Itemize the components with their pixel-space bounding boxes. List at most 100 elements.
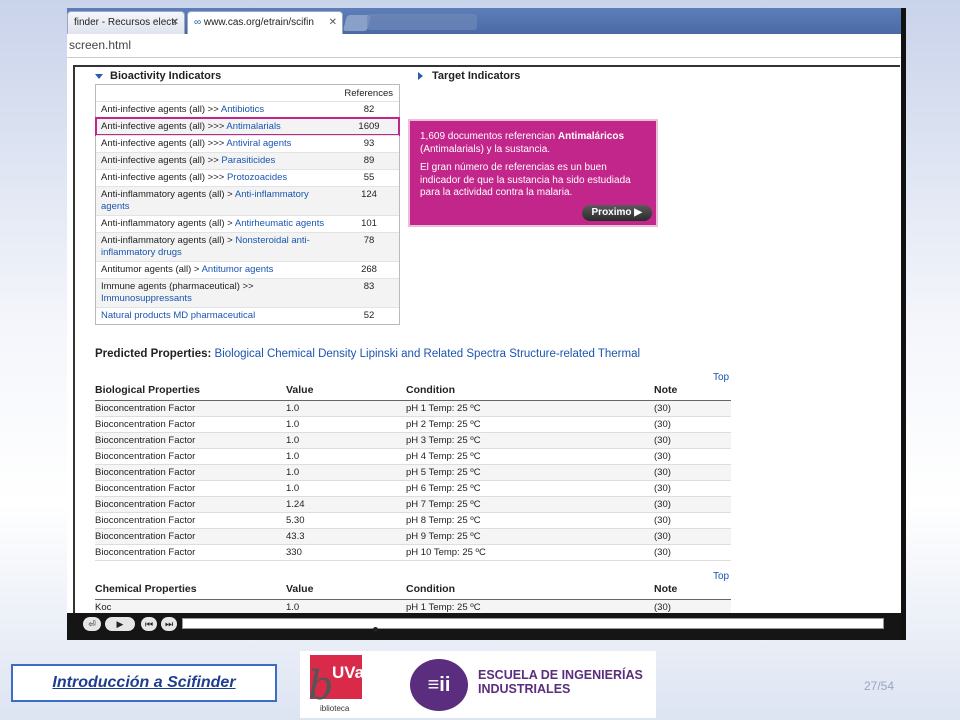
table-row: Anti-infective agents (all) >> Antibioti… bbox=[96, 101, 399, 118]
table-cell: 1.24 bbox=[286, 499, 305, 510]
predicted-properties: Predicted Properties: Biological Chemica… bbox=[95, 348, 641, 360]
row-link[interactable]: Antiviral agents bbox=[226, 138, 291, 149]
tab-blurred[interactable] bbox=[367, 14, 477, 30]
row-link[interactable]: Antitumor agents bbox=[202, 264, 274, 275]
progress-track[interactable] bbox=[182, 618, 884, 629]
table-cell: Koc bbox=[95, 602, 112, 613]
table-cell: 1.0 bbox=[286, 602, 300, 613]
video-player-bar: ⏎ ▶ ⏮ ⏭ bbox=[67, 613, 901, 640]
table-cell: pH 6 Temp: 25 ºC bbox=[406, 483, 481, 494]
table-row: Immune agents (pharmaceutical) >> Immuno… bbox=[96, 278, 399, 307]
page-content: Bioactivity Indicators Target Indicators… bbox=[73, 65, 900, 613]
table-header: Chemical Properties Value Condition Note bbox=[95, 578, 731, 600]
table-row: Bioconcentration Factor 1.0 pH 4 Temp: 25 … bbox=[95, 449, 731, 465]
row-category: Anti-infective agents (all) >> bbox=[101, 155, 222, 166]
table-cell: Bioconcentration Factor bbox=[95, 467, 196, 478]
table-cell: 1.0 bbox=[286, 467, 300, 478]
previous-button[interactable]: ⏮ bbox=[141, 617, 157, 631]
table-row: Bioconcentration Factor 1.0 pH 3 Temp: 25 … bbox=[95, 433, 731, 449]
row-link[interactable]: Natural products MD pharmaceutical bbox=[101, 310, 255, 321]
table-cell: Bioconcentration Factor bbox=[95, 435, 196, 446]
table-row: Koc 1.0 pH 1 Temp: 25 ºC (30) bbox=[95, 600, 731, 613]
table-cell: (30) bbox=[654, 435, 671, 446]
table-row: Antitumor agents (all) > Antitumor agent… bbox=[96, 261, 399, 278]
row-references: 101 bbox=[361, 218, 377, 229]
table-cell: Bioconcentration Factor bbox=[95, 451, 196, 462]
exit-button[interactable]: ⏎ bbox=[83, 617, 101, 631]
row-category: Anti-inflammatory agents (all) > bbox=[101, 218, 235, 229]
table-row: Bioconcentration Factor 5.30 pH 8 Temp: 25… bbox=[95, 513, 731, 529]
table-cell: pH 2 Temp: 25 ºC bbox=[406, 419, 481, 430]
table-cell: 1.0 bbox=[286, 403, 300, 414]
globe-icon: ∞ bbox=[194, 17, 204, 28]
table-row: Anti-infective agents (all) >>> Protozoa… bbox=[96, 169, 399, 186]
row-references: 268 bbox=[361, 264, 377, 275]
table-cell: Bioconcentration Factor bbox=[95, 515, 196, 526]
eii-logo-text: ESCUELA DE INGENIERÍAS INDUSTRIALES bbox=[478, 668, 643, 696]
row-link[interactable]: Protozoacides bbox=[227, 172, 287, 183]
row-references: 124 bbox=[361, 189, 377, 200]
table-header: Biological Properties Value Condition Note bbox=[95, 379, 731, 401]
next-button[interactable]: Proximo ▶ bbox=[581, 204, 652, 221]
table-cell: 1.0 bbox=[286, 419, 300, 430]
table-cell: 1.0 bbox=[286, 483, 300, 494]
table-row: Bioconcentration Factor 330 pH 10 Temp: 25… bbox=[95, 545, 731, 561]
tab-label: www.cas.org/etrain/scifin bbox=[203, 17, 314, 28]
bioactivity-heading[interactable]: Bioactivity Indicators bbox=[95, 70, 221, 82]
next-slide-button[interactable]: ⏭ bbox=[161, 617, 177, 631]
table-row: Natural products MD pharmaceutical 52 bbox=[96, 307, 399, 324]
table-cell: (30) bbox=[654, 467, 671, 478]
row-references: 78 bbox=[363, 235, 375, 246]
row-link[interactable]: Parasiticides bbox=[221, 155, 275, 166]
table-cell: Bioconcentration Factor bbox=[95, 531, 196, 542]
table-row: Bioconcentration Factor 1.0 pH 6 Temp: 25 … bbox=[95, 481, 731, 497]
table-row: Bioconcentration Factor 1.0 pH 2 Temp: 25 … bbox=[95, 417, 731, 433]
row-references: 83 bbox=[363, 281, 375, 292]
table-cell: (30) bbox=[654, 515, 671, 526]
table-row: Bioconcentration Factor 43.3 pH 9 Temp: 25… bbox=[95, 529, 731, 545]
table-row: Anti-infective agents (all) >>> Antimala… bbox=[95, 117, 400, 136]
chemical-properties-table: Chemical Properties Value Condition Note Ko… bbox=[95, 578, 731, 613]
tutorial-callout: 1,609 documentos referencian Antimaláric… bbox=[408, 119, 658, 227]
progress-handle[interactable] bbox=[373, 627, 378, 632]
logos-banner: UVa b iblioteca ≡ii ESCUELA DE INGENIERÍ… bbox=[300, 651, 656, 718]
table-row: Anti-infective agents (all) >>> Antivira… bbox=[96, 135, 399, 152]
row-link[interactable]: Antibiotics bbox=[221, 104, 264, 115]
row-link[interactable]: Immunosuppressants bbox=[101, 293, 192, 304]
tab-cas-etrain[interactable]: ∞ www.cas.org/etrain/scifin ✕ bbox=[187, 11, 343, 34]
tab-scifinder[interactable]: finder - Recursos electr ✕ bbox=[67, 11, 185, 34]
predicted-properties-links[interactable]: Biological Chemical Density Lipinski and… bbox=[215, 348, 641, 360]
row-category: Anti-inflammatory agents (all) > bbox=[101, 189, 235, 200]
presentation-title: Introducción a Scifinder bbox=[11, 664, 277, 702]
table-cell: Bioconcentration Factor bbox=[95, 499, 196, 510]
row-references: 82 bbox=[363, 104, 375, 115]
row-category: Anti-infective agents (all) >>> bbox=[101, 172, 227, 183]
table-cell: pH 7 Temp: 25 ºC bbox=[406, 499, 481, 510]
row-category: Anti-inflammatory agents (all) > bbox=[101, 235, 236, 246]
screenshot-frame: finder - Recursos electr ✕ ∞ www.cas.org… bbox=[67, 8, 906, 640]
close-icon[interactable]: ✕ bbox=[171, 17, 179, 28]
eii-logo-icon: ≡ii bbox=[410, 659, 468, 711]
table-cell: (30) bbox=[654, 419, 671, 430]
table-cell: (30) bbox=[654, 499, 671, 510]
table-row: Anti-inflammatory agents (all) > Anti-in… bbox=[96, 186, 399, 215]
table-cell: (30) bbox=[654, 547, 671, 558]
table-cell: 330 bbox=[286, 547, 302, 558]
row-category: Anti-infective agents (all) >>> bbox=[101, 138, 227, 149]
bioactivity-table-header: References bbox=[96, 85, 399, 101]
close-icon[interactable]: ✕ bbox=[329, 17, 337, 28]
table-row: Bioconcentration Factor 1.0 pH 1 Temp: 25 … bbox=[95, 401, 731, 417]
address-bar[interactable]: screen.html bbox=[67, 34, 901, 58]
row-link[interactable]: Antimalarials bbox=[226, 121, 280, 132]
play-button[interactable]: ▶ bbox=[105, 617, 135, 631]
table-row: Anti-inflammatory agents (all) > Antirhe… bbox=[96, 215, 399, 232]
table-cell: (30) bbox=[654, 483, 671, 494]
bioactivity-table: References Anti-infective agents (all) >… bbox=[95, 84, 400, 325]
table-cell: (30) bbox=[654, 403, 671, 414]
target-heading[interactable]: Target Indicators bbox=[418, 70, 520, 82]
browser-window: finder - Recursos electr ✕ ∞ www.cas.org… bbox=[67, 8, 901, 613]
row-references: 89 bbox=[363, 155, 375, 166]
table-cell: pH 10 Temp: 25 ºC bbox=[406, 547, 486, 558]
row-link[interactable]: Antirheumatic agents bbox=[235, 218, 324, 229]
table-row: Bioconcentration Factor 1.24 pH 7 Temp: 25… bbox=[95, 497, 731, 513]
